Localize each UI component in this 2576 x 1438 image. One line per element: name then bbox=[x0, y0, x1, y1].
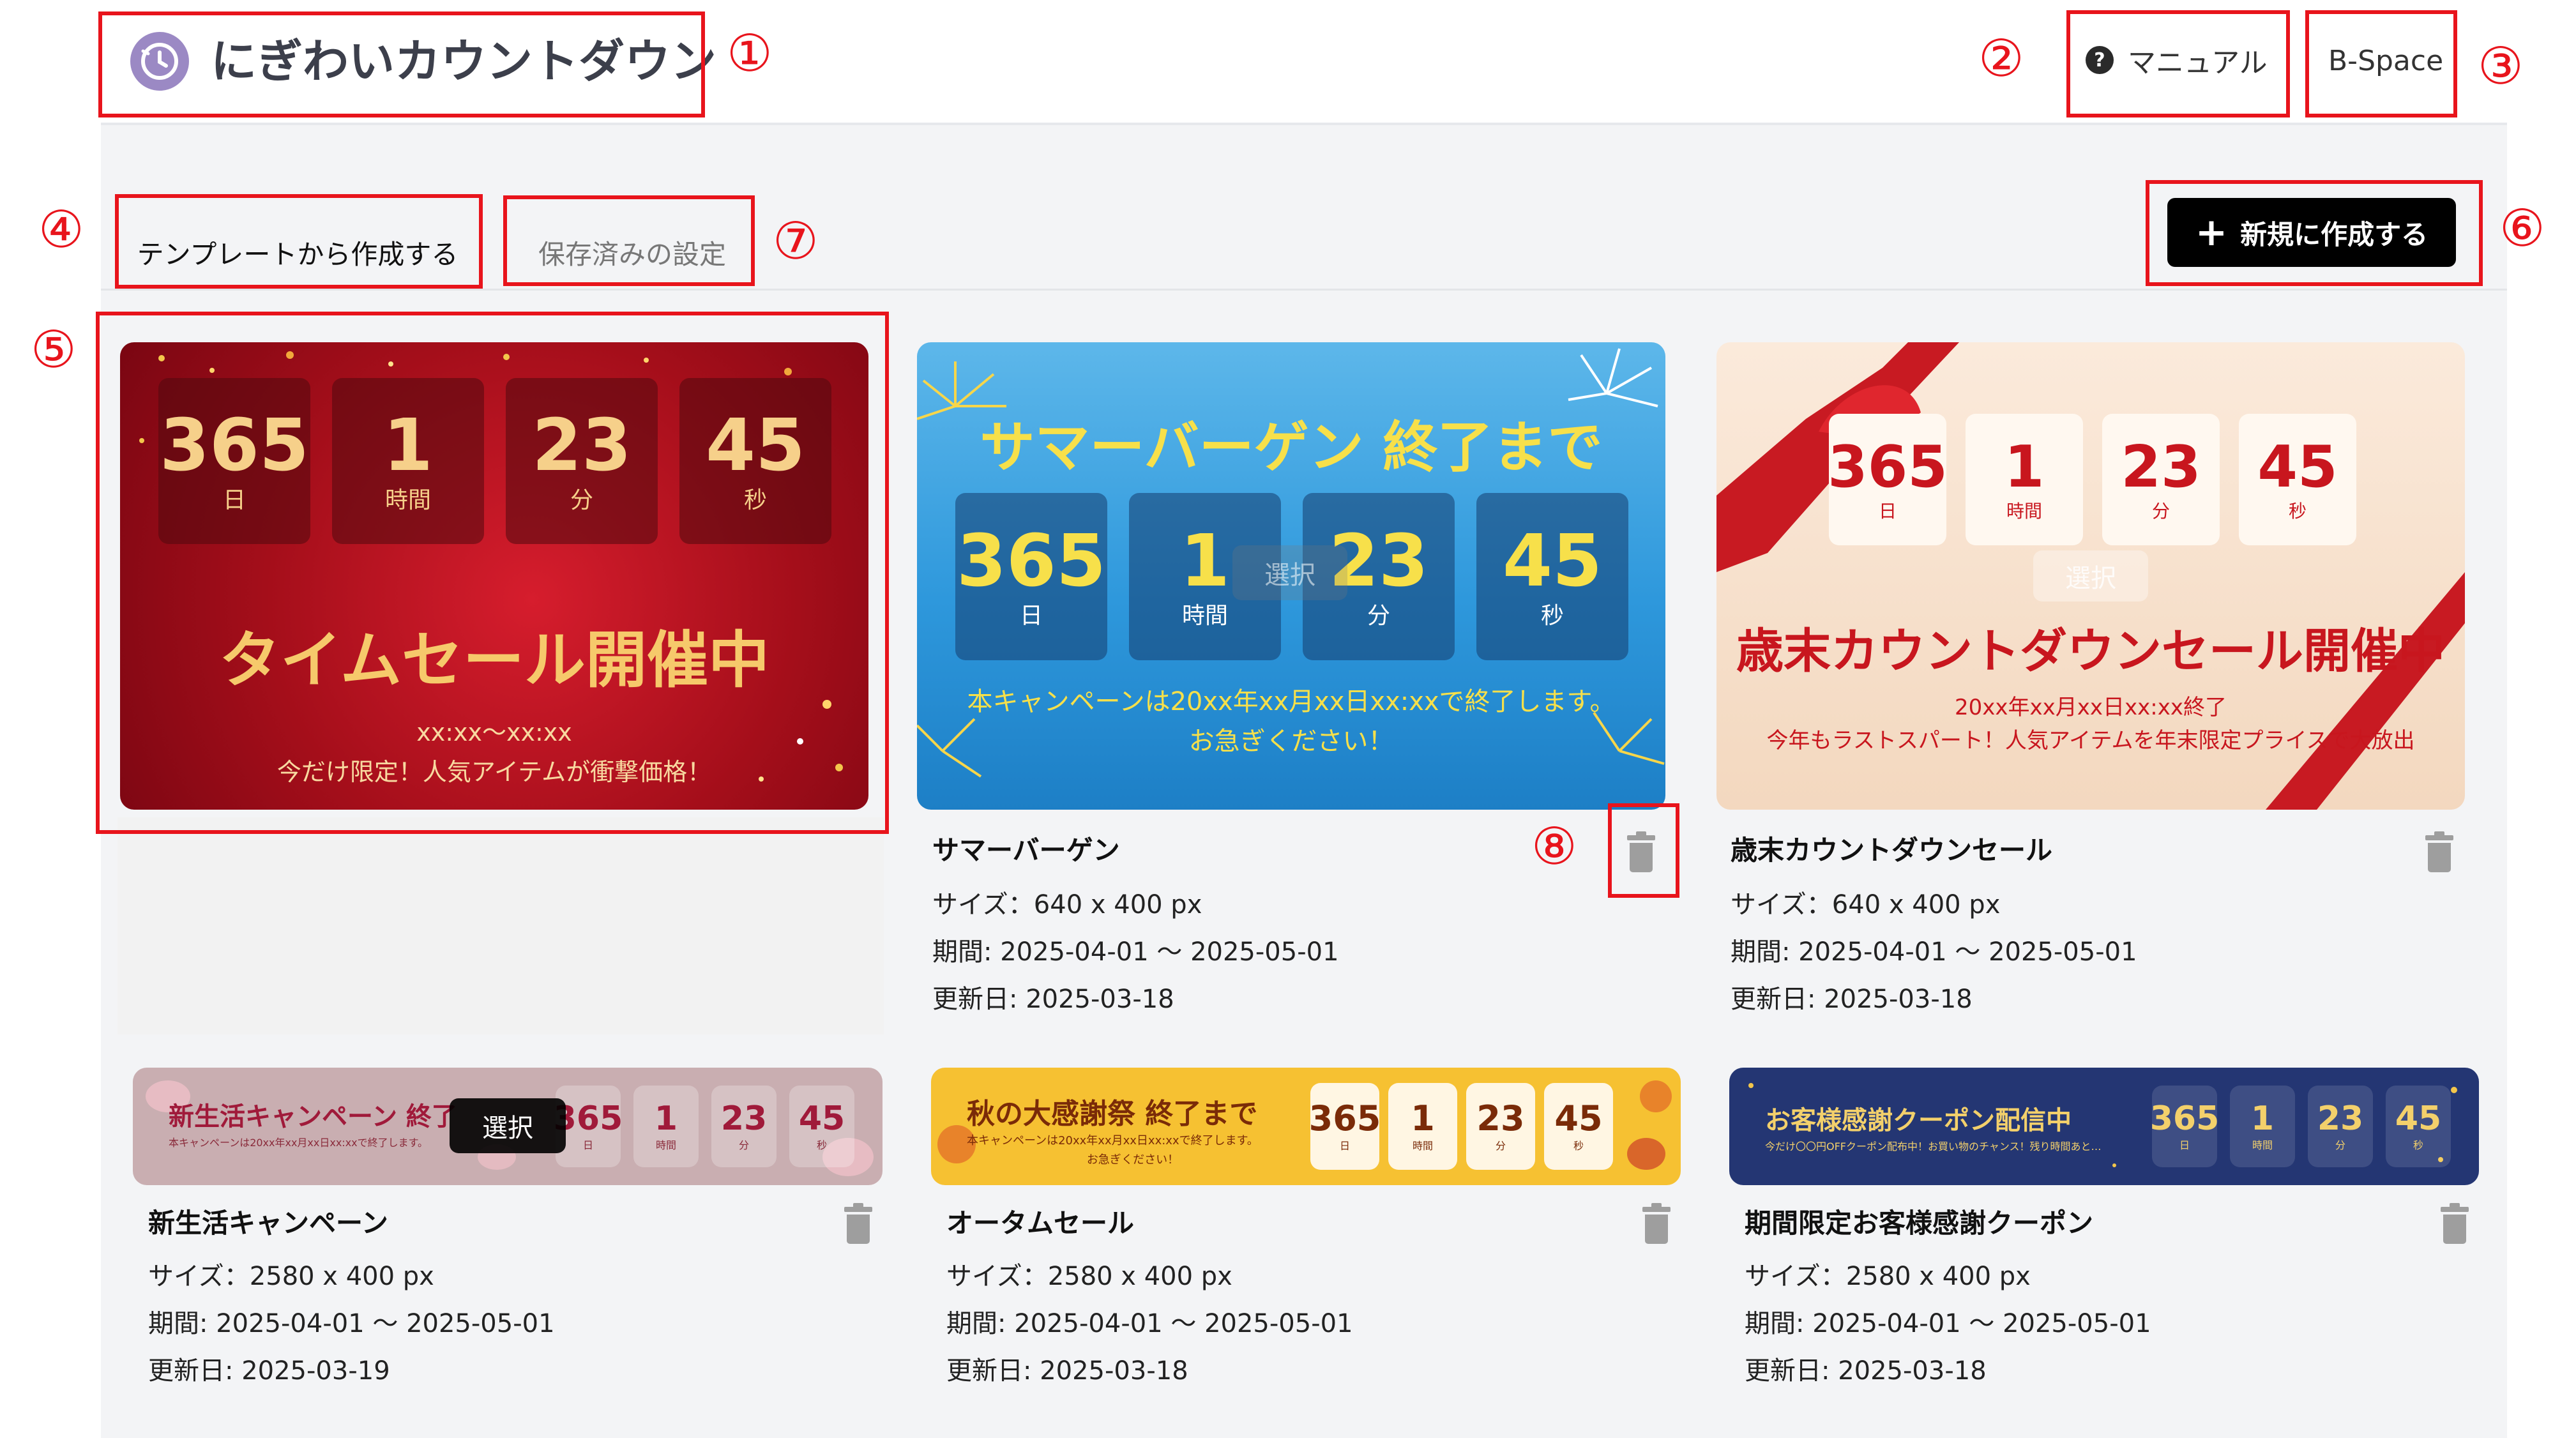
template-preview-coupon[interactable]: お客様感謝クーポン配信中 今だけ〇〇円OFFクーポン配布中！お買い物のチャンス！… bbox=[1729, 1068, 2479, 1185]
card-updated: 更新日: 2025-03-18 bbox=[1745, 1356, 1987, 1386]
countdown-hours: 1 時間 bbox=[2230, 1086, 2295, 1167]
trash-icon[interactable] bbox=[844, 1203, 872, 1244]
card-period: 期間: 2025-04-01 〜 2025-05-01 bbox=[932, 937, 1339, 967]
banner-heading: サマーバーゲン 終了まで bbox=[980, 416, 1603, 480]
tab-divider bbox=[101, 289, 2507, 291]
annotation-box-manual bbox=[2066, 10, 2290, 117]
countdown-days: 365 日 bbox=[1309, 1083, 1381, 1170]
annotation-box-template-card bbox=[96, 312, 889, 834]
select-button[interactable]: 選択 bbox=[1232, 545, 1347, 600]
callout-5: ⑤ bbox=[31, 320, 77, 379]
template-preview-new-life[interactable]: 新生活キャンペーン 終了 本キャンペーンは20xx年xx月xx日xx:xxで終了… bbox=[133, 1068, 883, 1185]
banner-subtext: 本キャンペーンは20xx年xx月xx日xx:xxで終了します。 bbox=[169, 1137, 428, 1149]
banner-subtext-2: 今年もラストスパート！人気アイテムを年末限定プライスで大放出 bbox=[1766, 728, 2415, 753]
banner-heading: 新生活キャンペーン 終了 bbox=[169, 1102, 457, 1131]
callout-1: ① bbox=[727, 24, 773, 83]
banner-subtext: 本キャンペーンは20xx年xx月xx日xx:xxで終了します。 bbox=[967, 687, 1616, 716]
callout-7: ⑦ bbox=[773, 211, 819, 271]
card-updated: 更新日: 2025-03-19 bbox=[148, 1356, 390, 1386]
banner-subtext-2: お急ぎください！ bbox=[1188, 727, 1394, 756]
banner-heading: 歳末カウントダウンセール開催中 bbox=[1736, 624, 2445, 679]
countdown-minutes: 23 分 bbox=[711, 1086, 777, 1167]
select-button[interactable]: 選択 bbox=[450, 1098, 566, 1153]
annotation-box-create-new bbox=[2146, 180, 2483, 286]
card-size: サイズ：640 x 400 px bbox=[932, 890, 1202, 920]
countdown-seconds: 45 秒 bbox=[1476, 493, 1628, 660]
card-period: 期間: 2025-04-01 〜 2025-05-01 bbox=[148, 1309, 555, 1338]
card-period: 期間: 2025-04-01 〜 2025-05-01 bbox=[946, 1309, 1353, 1338]
annotation-box-saved-tab bbox=[503, 195, 755, 286]
countdown-hours: 1 時間 bbox=[1966, 414, 2083, 545]
banner-subtext-2: お急ぎください！ bbox=[1086, 1153, 1179, 1167]
template-preview-autumn[interactable]: 秋の大感謝祭 終了まで 本キャンペーンは20xx年xx月xx日xx:xxで終了し… bbox=[931, 1068, 1681, 1185]
callout-6: ⑥ bbox=[2499, 199, 2545, 258]
card-title: 歳末カウントダウンセール bbox=[1731, 835, 2053, 866]
card-size: サイズ：2580 x 400 px bbox=[1745, 1262, 2031, 1291]
card-period: 期間: 2025-04-01 〜 2025-05-01 bbox=[1731, 937, 2137, 967]
banner-heading: お客様感謝クーポン配信中 bbox=[1765, 1106, 2072, 1135]
callout-4: ④ bbox=[38, 200, 84, 259]
callout-2: ② bbox=[1978, 29, 2024, 88]
callout-3: ③ bbox=[2478, 36, 2524, 96]
annotation-box-delete bbox=[1608, 803, 1679, 898]
banner-subtext: 20xx年xx月xx日xx:xx終了 bbox=[1955, 695, 2227, 720]
countdown-hours: 1 時間 bbox=[633, 1086, 699, 1167]
select-button[interactable]: 選択 bbox=[2033, 550, 2148, 602]
countdown-days: 365 日 bbox=[2150, 1086, 2219, 1167]
trash-icon[interactable] bbox=[2441, 1203, 2469, 1244]
card-hover-backdrop bbox=[117, 817, 884, 1034]
countdown-minutes: 23 分 bbox=[2308, 1086, 2373, 1167]
trash-icon[interactable] bbox=[1642, 1203, 1671, 1244]
card-title: サマーバーゲン bbox=[932, 835, 1120, 866]
card-title: オータムセール bbox=[946, 1207, 1135, 1239]
countdown-seconds: 45 秒 bbox=[789, 1086, 854, 1167]
card-size: サイズ：2580 x 400 px bbox=[148, 1262, 434, 1291]
card-title: 新生活キャンペーン bbox=[148, 1207, 388, 1239]
callout-8: ⑧ bbox=[1531, 817, 1577, 876]
annotation-box-title bbox=[98, 11, 705, 117]
countdown-days: 365 日 bbox=[955, 493, 1107, 660]
banner-heading: 秋の大感謝祭 終了まで bbox=[967, 1098, 1258, 1130]
countdown-seconds: 45 秒 bbox=[2239, 414, 2356, 545]
card-title: 期間限定お客様感謝クーポン bbox=[1745, 1207, 2094, 1239]
banner-subtext: 今だけ〇〇円OFFクーポン配布中！お買い物のチャンス！残り時間あと… bbox=[1765, 1140, 2102, 1153]
card-updated: 更新日: 2025-03-18 bbox=[932, 985, 1174, 1014]
countdown-minutes: 23 分 bbox=[2102, 414, 2220, 545]
annotation-box-space bbox=[2305, 10, 2457, 117]
annotation-box-templates-tab bbox=[115, 194, 483, 289]
card-period: 期間: 2025-04-01 〜 2025-05-01 bbox=[1745, 1309, 2151, 1338]
card-size: サイズ：640 x 400 px bbox=[1731, 890, 2001, 920]
countdown-seconds: 45 秒 bbox=[2386, 1086, 2451, 1167]
card-updated: 更新日: 2025-03-18 bbox=[1731, 985, 1973, 1014]
card-size: サイズ：2580 x 400 px bbox=[946, 1262, 1232, 1291]
countdown-hours: 1 時間 bbox=[1388, 1083, 1457, 1170]
countdown-seconds: 45 秒 bbox=[1544, 1083, 1613, 1170]
countdown-days: 365 日 bbox=[1828, 414, 1948, 545]
countdown-minutes: 23 分 bbox=[1466, 1083, 1535, 1170]
template-preview-year-end[interactable]: 365 日 1 時間 23 分 45 秒 選択 歳末カウントダウンセール開催中 … bbox=[1716, 342, 2465, 810]
trash-icon[interactable] bbox=[2425, 831, 2453, 872]
template-preview-summer[interactable]: サマーバーゲン 終了まで 365 日 1 時間 23 分 45 秒 選択 本キャ… bbox=[917, 342, 1665, 810]
card-updated: 更新日: 2025-03-18 bbox=[946, 1356, 1188, 1386]
banner-subtext: 本キャンペーンは20xx年xx月xx日xx:xxで終了します。 bbox=[967, 1134, 1259, 1147]
